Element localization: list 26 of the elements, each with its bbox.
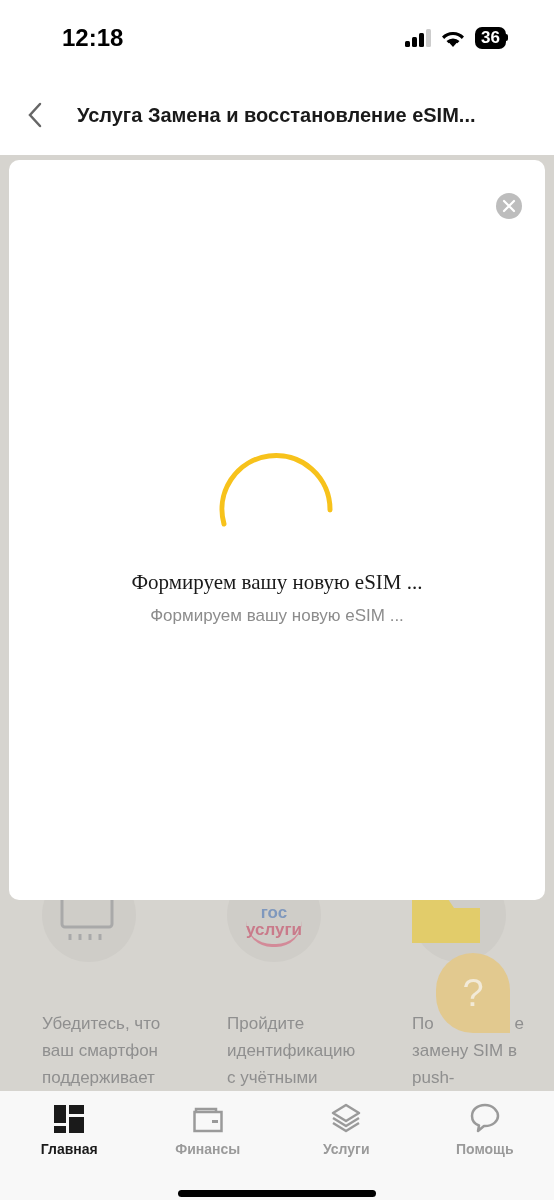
step-text: push- bbox=[412, 1067, 455, 1089]
step-text: замену SIM в bbox=[412, 1040, 517, 1062]
step-text: поддерживает bbox=[42, 1067, 155, 1089]
page-title: Услуга Замена и восстановление eSIM... bbox=[77, 103, 476, 128]
tab-bar-item[interactable]: Помощь bbox=[415, 1103, 554, 1160]
step-text: ваш смартфон bbox=[42, 1040, 158, 1062]
signal-icon bbox=[405, 28, 432, 47]
step-text: По bbox=[412, 1013, 434, 1035]
tab-bar-item[interactable]: Главная bbox=[0, 1103, 139, 1160]
layers-icon bbox=[331, 1103, 362, 1133]
step-text: Пройдите bbox=[227, 1013, 305, 1035]
step-text: идентификацию bbox=[227, 1040, 356, 1062]
chat-bubble-icon bbox=[469, 1103, 500, 1133]
tab-bar-item[interactable]: Финансы bbox=[138, 1103, 277, 1160]
help-button[interactable]: ? bbox=[436, 953, 510, 1033]
step-text: е bbox=[514, 1013, 524, 1035]
back-icon[interactable] bbox=[27, 102, 43, 128]
step-text: Убедитесь, что bbox=[42, 1013, 161, 1035]
tab-bar-item[interactable]: Услуги bbox=[277, 1103, 416, 1160]
modal-title: Формируем вашу новую eSIM ... bbox=[131, 569, 423, 596]
step-text: с учётными bbox=[227, 1067, 318, 1089]
battery-icon: 36 bbox=[475, 26, 508, 49]
status-time: 12:18 bbox=[62, 22, 124, 53]
modal-subtitle: Формируем вашу новую eSIM ... bbox=[150, 604, 404, 627]
wallet-icon bbox=[192, 1105, 223, 1133]
dashboard-icon bbox=[54, 1105, 85, 1133]
